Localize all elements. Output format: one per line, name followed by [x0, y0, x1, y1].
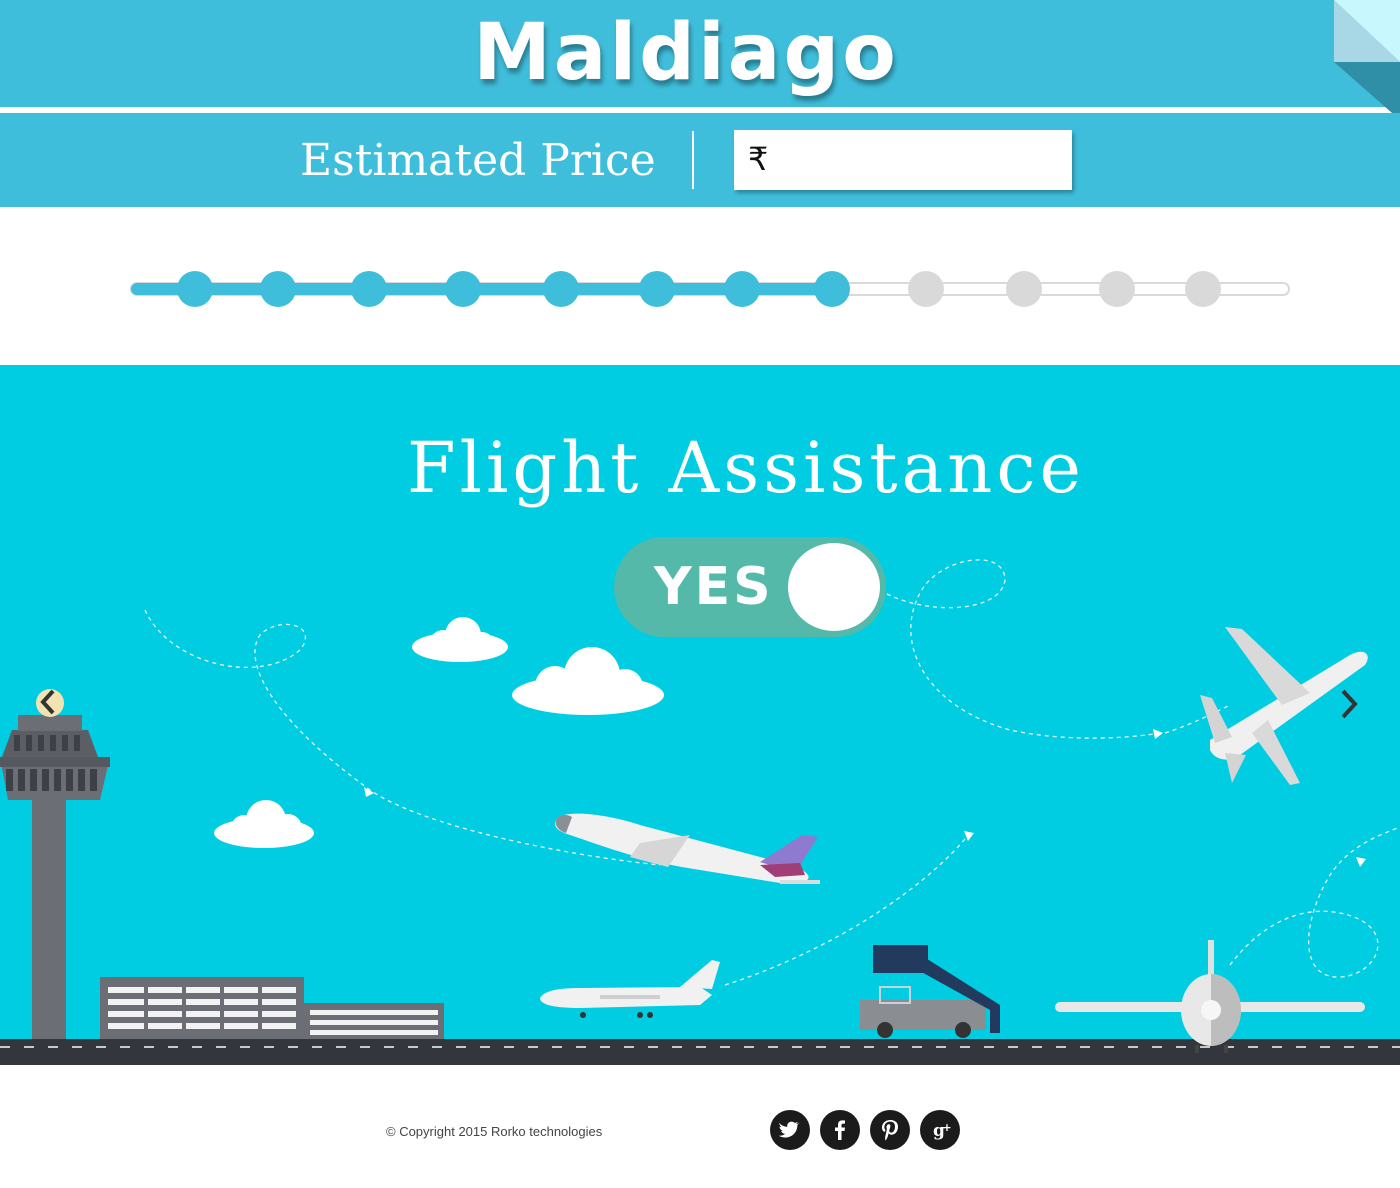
facebook-button[interactable]	[820, 1110, 860, 1150]
price-input[interactable]	[784, 138, 1064, 182]
flight-assistance-panel: Flight Assistance YES	[0, 365, 1400, 1065]
prev-slide-button[interactable]	[34, 687, 64, 717]
progress-step-12[interactable]	[1185, 271, 1221, 307]
progress-step-9[interactable]	[908, 271, 944, 307]
twitter-button[interactable]	[770, 1110, 810, 1150]
estimated-price-bar: Estimated Price ₹	[0, 113, 1400, 207]
footer: © Copyright 2015 Rorko technologies g +	[0, 1065, 1400, 1188]
progress-step-8[interactable]	[814, 271, 850, 307]
flight-assistance-toggle[interactable]: YES	[614, 537, 886, 637]
progress-step-3[interactable]	[351, 271, 387, 307]
toggle-label: YES	[654, 557, 774, 617]
price-field[interactable]: ₹	[734, 130, 1072, 190]
brand-title: Maldiago	[473, 8, 899, 98]
progress-step-1[interactable]	[177, 271, 213, 307]
pinterest-button[interactable]	[870, 1110, 910, 1150]
copyright-text: © Copyright 2015 Rorko technologies	[386, 1124, 603, 1139]
progress-step-2[interactable]	[260, 271, 296, 307]
svg-text:+: +	[942, 1121, 951, 1134]
brand-header: Maldiago	[0, 0, 1400, 107]
pinterest-icon	[882, 1120, 898, 1141]
step-progress	[0, 207, 1400, 365]
progress-step-11[interactable]	[1099, 271, 1135, 307]
step-progress-track	[130, 271, 1290, 307]
rupee-icon: ₹	[748, 140, 769, 178]
twitter-icon	[778, 1121, 800, 1138]
estimated-price-label: Estimated Price	[300, 135, 656, 186]
toggle-knob[interactable]	[788, 543, 880, 631]
price-divider	[692, 131, 694, 189]
chevron-left-icon	[40, 689, 55, 715]
google-plus-button[interactable]: g +	[920, 1110, 960, 1150]
progress-step-5[interactable]	[543, 271, 579, 307]
progress-step-7[interactable]	[724, 271, 760, 307]
progress-step-6[interactable]	[639, 271, 675, 307]
google-plus-icon: g +	[933, 1121, 952, 1141]
progress-step-10[interactable]	[1006, 271, 1042, 307]
facebook-icon	[835, 1120, 845, 1140]
page-curl-decoration	[1334, 0, 1400, 120]
progress-step-4[interactable]	[445, 271, 481, 307]
next-slide-button[interactable]	[1334, 687, 1364, 721]
chevron-right-icon	[1341, 689, 1358, 719]
flight-assistance-title: Flight Assistance	[407, 427, 1085, 509]
